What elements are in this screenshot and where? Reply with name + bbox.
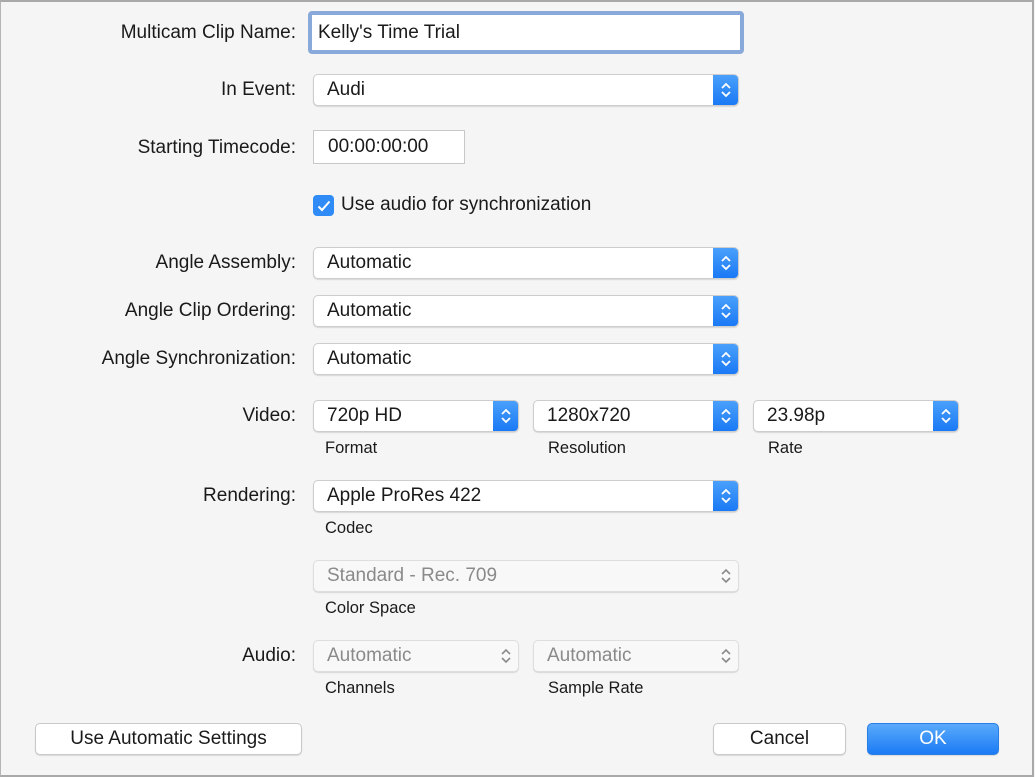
ok-button[interactable]: OK (867, 723, 999, 755)
up-down-chevron-icon (713, 75, 738, 105)
up-down-chevron-icon (713, 344, 738, 374)
audio-channels-caption: Channels (325, 679, 395, 697)
in-event-value: Audi (327, 79, 366, 100)
video-resolution-caption: Resolution (548, 439, 626, 457)
starting-timecode-label: Starting Timecode: (137, 137, 296, 158)
video-format-caption: Format (325, 439, 378, 457)
use-automatic-settings-button[interactable]: Use Automatic Settings (35, 723, 302, 755)
up-down-chevron-icon (933, 401, 958, 431)
color-space-popup: Standard - Rec. 709 (313, 560, 739, 592)
color-space-value: Standard - Rec. 709 (327, 565, 498, 586)
use-audio-sync-checkbox[interactable] (313, 195, 334, 216)
up-down-chevron-icon (713, 296, 738, 326)
audio-label: Audio: (242, 645, 296, 666)
up-down-chevron-icon (493, 641, 518, 671)
up-down-chevron-icon (713, 401, 738, 431)
starting-timecode-input[interactable]: 00:00:00:00 (313, 130, 465, 164)
video-rate-value: 23.98p (767, 405, 826, 426)
video-label: Video: (242, 405, 296, 426)
angle-synchronization-popup[interactable]: Automatic (313, 343, 739, 375)
rendering-codec-value: Apple ProRes 422 (327, 485, 482, 506)
in-event-popup[interactable]: Audi (313, 74, 739, 106)
video-rate-caption: Rate (768, 439, 803, 457)
angle-assembly-label: Angle Assembly: (155, 252, 296, 273)
rendering-label: Rendering: (203, 485, 296, 506)
rendering-codec-caption: Codec (325, 519, 373, 537)
audio-channels-popup: Automatic (313, 640, 519, 672)
in-event-label: In Event: (221, 79, 296, 100)
cancel-button[interactable]: Cancel (713, 723, 846, 755)
video-rate-popup[interactable]: 23.98p (753, 400, 959, 432)
video-resolution-popup[interactable]: 1280x720 (533, 400, 739, 432)
checkmark-icon (317, 200, 330, 211)
angle-clip-ordering-value: Automatic (327, 300, 412, 321)
color-space-caption: Color Space (325, 599, 416, 617)
multicam-clip-dialog: Multicam Clip Name: Kelly's Time Trial I… (0, 0, 1034, 777)
audio-sample-rate-caption: Sample Rate (548, 679, 644, 697)
angle-synchronization-label: Angle Synchronization: (101, 348, 296, 369)
clip-name-label: Multicam Clip Name: (120, 22, 296, 43)
up-down-chevron-icon (493, 401, 518, 431)
audio-sample-rate-popup: Automatic (533, 640, 739, 672)
up-down-chevron-icon (713, 561, 738, 591)
angle-clip-ordering-label: Angle Clip Ordering: (124, 300, 296, 321)
audio-sample-rate-value: Automatic (547, 645, 632, 666)
video-format-value: 720p HD (327, 405, 402, 426)
up-down-chevron-icon (713, 248, 738, 278)
audio-channels-value: Automatic (327, 645, 412, 666)
angle-assembly-value: Automatic (327, 252, 412, 273)
angle-synchronization-value: Automatic (327, 348, 412, 369)
starting-timecode-value: 00:00:00:00 (328, 136, 429, 157)
clip-name-input[interactable]: Kelly's Time Trial (308, 11, 744, 54)
video-format-popup[interactable]: 720p HD (313, 400, 519, 432)
up-down-chevron-icon (713, 641, 738, 671)
use-audio-sync-label: Use audio for synchronization (341, 194, 592, 215)
angle-assembly-popup[interactable]: Automatic (313, 247, 739, 279)
rendering-codec-popup[interactable]: Apple ProRes 422 (313, 480, 739, 512)
angle-clip-ordering-popup[interactable]: Automatic (313, 295, 739, 327)
clip-name-value: Kelly's Time Trial (318, 21, 460, 43)
up-down-chevron-icon (713, 481, 738, 511)
video-resolution-value: 1280x720 (547, 405, 631, 426)
